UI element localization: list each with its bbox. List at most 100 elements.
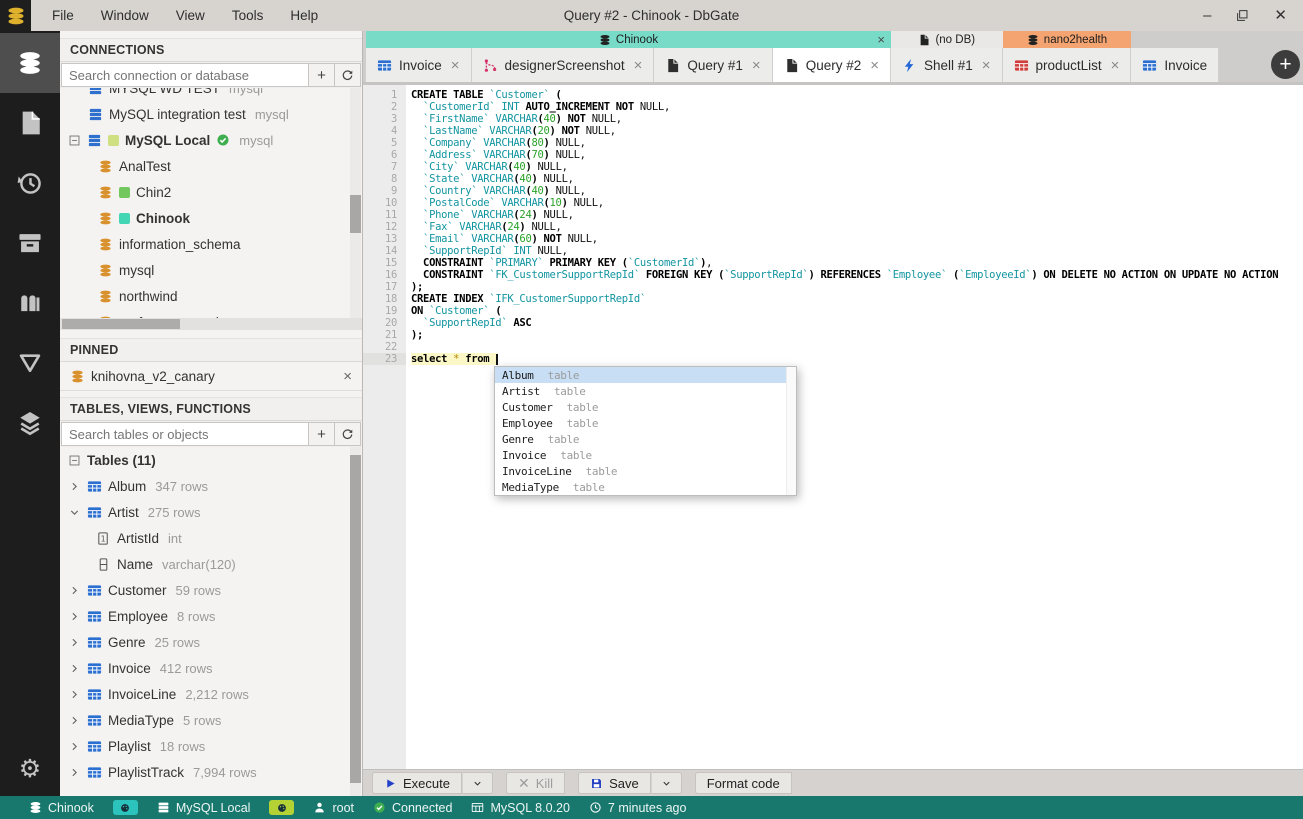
connection-item-performance-schema[interactable]: performance_schema xyxy=(60,309,362,318)
sidebar-item-archive[interactable] xyxy=(0,213,60,273)
chevron-right-icon[interactable] xyxy=(68,662,81,675)
menu-tools[interactable]: Tools xyxy=(232,8,264,23)
refresh-connections-button[interactable] xyxy=(335,63,361,87)
chevron-right-icon[interactable] xyxy=(68,740,81,753)
maximize-button[interactable] xyxy=(1236,9,1249,22)
autocomplete-item-item-invoice[interactable]: Invoice table xyxy=(495,447,787,463)
menu-view[interactable]: View xyxy=(176,8,205,23)
table-item-genre[interactable]: Genre 25 rows xyxy=(60,629,362,655)
status-item-7-minutes-ago[interactable]: 7 minutes ago xyxy=(589,801,686,815)
chevron-right-icon[interactable] xyxy=(68,480,81,493)
connection-item-northwind[interactable]: northwind xyxy=(60,283,362,309)
pinned-item[interactable]: knihovna_v2_canary × xyxy=(60,362,362,391)
connection-item-mysql-integration-test[interactable]: MySQL integration test mysql xyxy=(60,101,362,127)
item-save-button[interactable]: Save xyxy=(578,772,651,794)
tab-item-designerscreenshot[interactable]: designerScreenshot × xyxy=(471,48,655,82)
item-format-code-button[interactable]: Format code xyxy=(694,772,792,794)
connections-scroll-thumb[interactable] xyxy=(350,195,361,233)
add-connection-button[interactable]: + xyxy=(309,63,335,87)
chevron-right-icon[interactable] xyxy=(68,688,81,701)
chevron-down-icon[interactable] xyxy=(68,506,81,519)
tables-scroll-thumb[interactable] xyxy=(350,455,361,783)
table-item-playlist[interactable]: Playlist 18 rows xyxy=(60,733,362,759)
close-tab-button[interactable]: × xyxy=(870,58,879,73)
refresh-tables-button[interactable] xyxy=(335,422,361,446)
chevron-right-icon[interactable] xyxy=(68,584,81,597)
sidebar-item-files[interactable] xyxy=(0,93,60,153)
menu-help[interactable]: Help xyxy=(290,8,318,23)
table-item-artist[interactable]: Artist 275 rows xyxy=(60,499,362,525)
connection-item-chin2[interactable]: Chin2 xyxy=(60,179,362,205)
connection-item-analtest[interactable]: AnalTest xyxy=(60,153,362,179)
tab-item-query-#1[interactable]: Query #1 × xyxy=(654,48,773,82)
tab-item-invoice[interactable]: Invoice xyxy=(1131,48,1220,82)
chevron-right-icon[interactable] xyxy=(68,610,81,623)
menu-window[interactable]: Window xyxy=(101,8,149,23)
status-item-mysql-8-0-20[interactable]: MySQL 8.0.20 xyxy=(471,801,570,815)
table-item-playlisttrack[interactable]: PlaylistTrack 7,994 rows xyxy=(60,759,362,785)
status-item-mysql-local[interactable]: MySQL Local xyxy=(157,801,250,815)
autocomplete-item-item-artist[interactable]: Artist table xyxy=(495,383,787,399)
connection-item-chinook[interactable]: Chinook xyxy=(60,205,362,231)
autocomplete-item-item-customer[interactable]: Customer table xyxy=(495,399,787,415)
minimize-button[interactable]: – xyxy=(1203,8,1211,23)
collapse-icon[interactable] xyxy=(68,454,81,467)
table-item-customer[interactable]: Customer 59 rows xyxy=(60,577,362,603)
unpin-button[interactable]: × xyxy=(343,368,352,385)
item-execute-dropdown-button[interactable] xyxy=(461,772,493,794)
table-item-mediatype[interactable]: MediaType 5 rows xyxy=(60,707,362,733)
new-tab-button[interactable]: + xyxy=(1271,50,1300,79)
tab-item-query-#2[interactable]: Query #2 × xyxy=(772,48,891,82)
sidebar-item-plugins[interactable] xyxy=(0,273,60,333)
status-item-chinook[interactable]: Chinook xyxy=(29,801,94,815)
autocomplete-item-item-album[interactable]: Album table xyxy=(495,367,787,383)
tab-item-invoice[interactable]: Invoice × xyxy=(366,48,472,82)
status-item-connected[interactable]: Connected xyxy=(373,801,452,815)
table-item-invoice[interactable]: Invoice 412 rows xyxy=(60,655,362,681)
connection-item-mysql[interactable]: mysql xyxy=(60,257,362,283)
close-tab-button[interactable]: × xyxy=(752,58,761,73)
sidebar-item-query-designer[interactable] xyxy=(0,333,60,393)
close-tab-button[interactable]: × xyxy=(1111,58,1120,73)
tables-search-input[interactable] xyxy=(61,422,309,446)
close-tab-button[interactable]: × xyxy=(634,58,643,73)
connection-item-information-schema[interactable]: information_schema xyxy=(60,231,362,257)
menu-file[interactable]: File xyxy=(52,8,74,23)
item-execute-button[interactable]: Execute xyxy=(372,772,462,794)
chevron-right-icon[interactable] xyxy=(68,636,81,649)
close-tab-button[interactable]: × xyxy=(451,58,460,73)
connection-item-mysql-wd-test[interactable]: MYSQL WD TEST mysql xyxy=(60,88,362,101)
status-item-root[interactable]: root xyxy=(313,801,354,815)
chevron-right-icon[interactable] xyxy=(68,714,81,727)
tab-item-shell-#1[interactable]: Shell #1 × xyxy=(890,48,1003,82)
connections-hscroll-thumb[interactable] xyxy=(62,319,180,329)
close-group-button[interactable]: × xyxy=(877,33,885,46)
table-item-name[interactable]: Name varchar(120) xyxy=(60,551,362,577)
tab-item-productlist[interactable]: productList × xyxy=(1002,48,1132,82)
connections-search-input[interactable] xyxy=(61,63,309,87)
line-number: 6 xyxy=(390,149,397,161)
autocomplete-item-item-genre[interactable]: Genre table xyxy=(495,431,787,447)
sql-editor[interactable]: 1 CREATE TABLE `Customer` (2 `CustomerId`… xyxy=(363,85,1303,769)
collapse-icon[interactable] xyxy=(68,134,81,147)
close-tab-button[interactable]: × xyxy=(982,58,991,73)
table-item-employee[interactable]: Employee 8 rows xyxy=(60,603,362,629)
add-table-button[interactable]: + xyxy=(309,422,335,446)
chevron-right-icon[interactable] xyxy=(68,766,81,779)
table-item-invoiceline[interactable]: InvoiceLine 2,212 rows xyxy=(60,681,362,707)
database-icon xyxy=(29,801,42,814)
connection-item-mysql-local[interactable]: MySQL Local mysql xyxy=(60,127,362,153)
settings-button[interactable]: ⚙ xyxy=(0,754,60,784)
item-save-dropdown-button[interactable] xyxy=(650,772,682,794)
tree-item-suffix: mysql xyxy=(239,132,274,148)
sidebar-item-cell-data[interactable] xyxy=(0,393,60,453)
sidebar-item-history[interactable] xyxy=(0,153,60,213)
table-item-artistid[interactable]: 1 ArtistId int xyxy=(60,525,362,551)
table-item-tables-11[interactable]: Tables (11) xyxy=(60,447,362,473)
close-window-button[interactable]: ✕ xyxy=(1274,8,1287,23)
table-item-album[interactable]: Album 347 rows xyxy=(60,473,362,499)
autocomplete-item-item-mediatype[interactable]: MediaType table xyxy=(495,479,787,495)
autocomplete-item-item-invoiceline[interactable]: InvoiceLine table xyxy=(495,463,787,479)
autocomplete-item-item-employee[interactable]: Employee table xyxy=(495,415,787,431)
sidebar-item-connections[interactable] xyxy=(0,33,60,93)
